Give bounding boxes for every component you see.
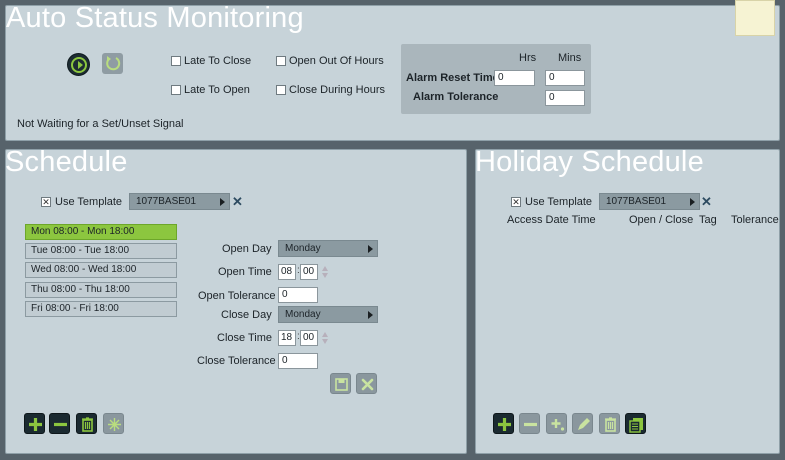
caret-right-icon — [220, 198, 225, 206]
holiday-use-template-checkbox[interactable]: ✕ — [511, 197, 521, 207]
day-item-tue[interactable]: Tue 08:00 - Tue 18:00 — [25, 243, 177, 259]
late-to-close-label: Late To Close — [184, 55, 252, 67]
clear-schedule-button[interactable] — [103, 413, 124, 434]
schedule-template-select[interactable]: 1077BASE01 — [129, 193, 230, 210]
open-time-label: Open Time — [218, 266, 272, 278]
minus-icon — [524, 422, 537, 427]
late-to-open-label: Late To Open — [184, 84, 250, 96]
arrow-circle-icon — [71, 57, 87, 73]
close-time-label: Close Time — [217, 332, 273, 344]
add-holiday-button[interactable] — [493, 413, 514, 434]
trash-icon — [82, 417, 93, 432]
caret-right-icon — [368, 245, 373, 253]
status-text: Not Waiting for a Set/Unset Signal — [17, 118, 184, 130]
column-header-tag: Tag — [699, 214, 717, 226]
sparkle-icon — [108, 418, 121, 431]
holiday-template-clear-icon[interactable]: ✕ — [701, 195, 712, 208]
plus-small-icon — [551, 419, 565, 431]
open-tolerance-label: Open Tolerance — [198, 290, 276, 302]
remove-holiday-button[interactable] — [519, 413, 540, 434]
late-to-open-checkbox[interactable] — [171, 85, 181, 95]
open-day-select[interactable]: Monday — [278, 240, 378, 257]
delete-holiday-button[interactable] — [599, 413, 620, 434]
delete-schedule-button[interactable] — [76, 413, 97, 434]
reset-button[interactable] — [102, 53, 123, 74]
floppy-disk-icon — [335, 378, 348, 391]
remove-schedule-button[interactable] — [49, 413, 70, 434]
open-time-minute-input[interactable]: 00 — [300, 264, 318, 280]
plus-icon — [29, 418, 42, 431]
undo-icon — [106, 56, 121, 71]
save-button[interactable] — [330, 373, 351, 394]
alarm-tolerance-mins-input[interactable]: 0 — [545, 90, 585, 106]
close-tolerance-input[interactable]: 0 — [278, 353, 318, 369]
schedule-template-value: 1077BASE01 — [136, 196, 197, 207]
day-item-wed[interactable]: Wed 08:00 - Wed 18:00 — [25, 262, 177, 278]
cancel-button[interactable] — [356, 373, 377, 394]
arm-refresh-button[interactable] — [67, 53, 90, 76]
trash-icon — [605, 417, 616, 432]
holiday-template-select[interactable]: 1077BASE01 — [599, 193, 700, 210]
minus-icon — [54, 422, 67, 427]
close-time-minute-input[interactable]: 00 — [300, 330, 318, 346]
column-header-access-date-time: Access Date Time — [507, 214, 596, 226]
alarm-reset-mins-input[interactable]: 0 — [545, 70, 585, 86]
alarm-reset-time-label: Alarm Reset Time — [406, 72, 499, 84]
open-tolerance-input[interactable]: 0 — [278, 287, 318, 303]
schedule-use-template-checkbox[interactable]: ✕ — [41, 197, 51, 207]
open-day-label: Open Day — [222, 243, 272, 255]
close-icon — [361, 378, 374, 391]
caret-right-icon — [368, 311, 373, 319]
close-time-hour-input[interactable]: 18 — [278, 330, 296, 346]
hrs-header: Hrs — [519, 52, 537, 64]
schedule-use-template-label: Use Template — [55, 196, 123, 208]
alarm-reset-hrs-input[interactable]: 0 — [494, 70, 535, 86]
mins-header: Mins — [558, 52, 582, 64]
copy-holiday-button[interactable] — [625, 413, 646, 434]
open-time-hour-input[interactable]: 08 — [278, 264, 296, 280]
schedule-template-clear-icon[interactable]: ✕ — [232, 195, 243, 208]
add-schedule-button[interactable] — [24, 413, 45, 434]
open-out-of-hours-label: Open Out Of Hours — [289, 55, 384, 67]
pencil-icon — [578, 418, 590, 430]
close-day-select[interactable]: Monday — [278, 306, 378, 323]
late-to-close-checkbox[interactable] — [171, 56, 181, 66]
column-header-open-close: Open / Close — [629, 214, 694, 226]
sticky-note-icon[interactable] — [735, 0, 775, 36]
auto-status-title: Auto Status Monitoring — [6, 2, 304, 34]
close-during-hours-label: Close During Hours — [289, 84, 385, 96]
alarm-tolerance-label: Alarm Tolerance — [413, 91, 499, 103]
holiday-template-value: 1077BASE01 — [606, 196, 667, 207]
day-item-thu[interactable]: Thu 08:00 - Thu 18:00 — [25, 282, 177, 298]
add-child-holiday-button[interactable] — [546, 413, 567, 434]
column-header-tolerance: Tolerance — [731, 214, 779, 226]
edit-holiday-button[interactable] — [572, 413, 593, 434]
copy-icon — [629, 418, 643, 433]
close-tolerance-label: Close Tolerance — [197, 355, 276, 367]
close-day-label: Close Day — [221, 309, 272, 321]
holiday-title: Holiday Schedule — [475, 146, 704, 178]
open-day-value: Monday — [285, 243, 321, 254]
close-during-hours-checkbox[interactable] — [276, 85, 286, 95]
day-item-mon[interactable]: Mon 08:00 - Mon 18:00 — [25, 224, 177, 240]
plus-icon — [498, 418, 511, 431]
holiday-use-template-label: Use Template — [525, 196, 593, 208]
open-out-of-hours-checkbox[interactable] — [276, 56, 286, 66]
open-time-spinner[interactable] — [322, 264, 329, 280]
schedule-title: Schedule — [5, 146, 128, 178]
day-item-fri[interactable]: Fri 08:00 - Fri 18:00 — [25, 301, 177, 317]
close-time-spinner[interactable] — [322, 330, 329, 346]
caret-right-icon — [690, 198, 695, 206]
close-day-value: Monday — [285, 309, 321, 320]
